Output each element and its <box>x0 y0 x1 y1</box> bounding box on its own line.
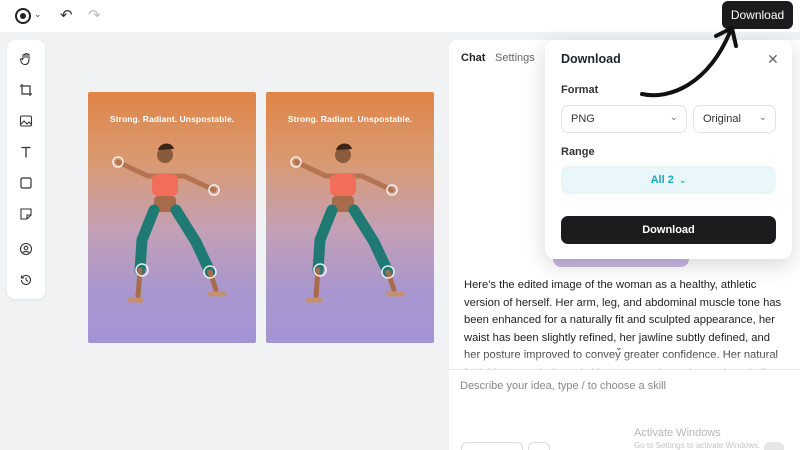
crop-tool-icon[interactable] <box>16 80 36 100</box>
tab-chat[interactable]: Chat <box>461 52 485 64</box>
popover-title: Download <box>561 52 621 66</box>
canvas-image-1[interactable]: Strong. Radiant. Unspostable. <box>88 92 256 343</box>
send-button[interactable] <box>764 442 784 450</box>
chevron-down-icon: ⌄ <box>758 112 767 123</box>
app-logo-icon[interactable] <box>15 8 31 24</box>
attach-chip[interactable] <box>528 442 550 450</box>
canvas-image-2[interactable]: Strong. Radiant. Unspostable. <box>266 92 434 343</box>
range-label: Range <box>561 146 595 158</box>
hand-tool-icon[interactable] <box>16 49 36 69</box>
history-tool-icon[interactable] <box>16 270 36 290</box>
image-thumbnail-edge <box>553 258 689 267</box>
format-select-value: PNG <box>571 113 595 125</box>
format-select[interactable]: PNG ⌄ <box>561 105 687 133</box>
chevron-down-icon[interactable]: ⌄ <box>34 9 42 20</box>
skill-chip[interactable] <box>461 442 523 450</box>
format-label: Format <box>561 84 599 96</box>
chevron-down-icon: ⌄ <box>669 112 678 123</box>
redo-icon[interactable]: ↷ <box>88 6 101 24</box>
divider <box>449 369 800 370</box>
chat-input[interactable]: Describe your idea, type / to choose a s… <box>460 380 760 392</box>
range-select-value: All 2 <box>650 174 674 186</box>
annotation-arrow-icon <box>640 26 738 98</box>
sticky-note-tool-icon[interactable] <box>16 204 36 224</box>
range-select[interactable]: All 2 ⌄ <box>561 166 776 194</box>
avatar-tool-icon[interactable] <box>16 239 36 259</box>
chevron-down-icon: ⌄ <box>678 174 687 185</box>
image-tool-icon[interactable] <box>16 111 36 131</box>
shape-tool-icon[interactable] <box>16 173 36 193</box>
size-select-value: Original <box>703 113 741 125</box>
athlete-figure <box>112 143 227 303</box>
undo-icon[interactable]: ↶ <box>60 6 73 24</box>
watermark-subtitle: Go to Settings to activate Windows. <box>634 441 761 450</box>
watermark-title: Activate Windows <box>634 427 721 439</box>
close-icon[interactable]: ✕ <box>767 51 779 68</box>
tab-settings[interactable]: Settings <box>495 52 535 64</box>
text-tool-icon[interactable] <box>16 142 36 162</box>
tool-rail <box>7 40 45 299</box>
scroll-down-icon[interactable]: ⌄ <box>615 342 623 353</box>
athlete-figure <box>290 143 405 303</box>
popover-download-button[interactable]: Download <box>561 216 776 244</box>
size-select[interactable]: Original ⌄ <box>693 105 776 133</box>
